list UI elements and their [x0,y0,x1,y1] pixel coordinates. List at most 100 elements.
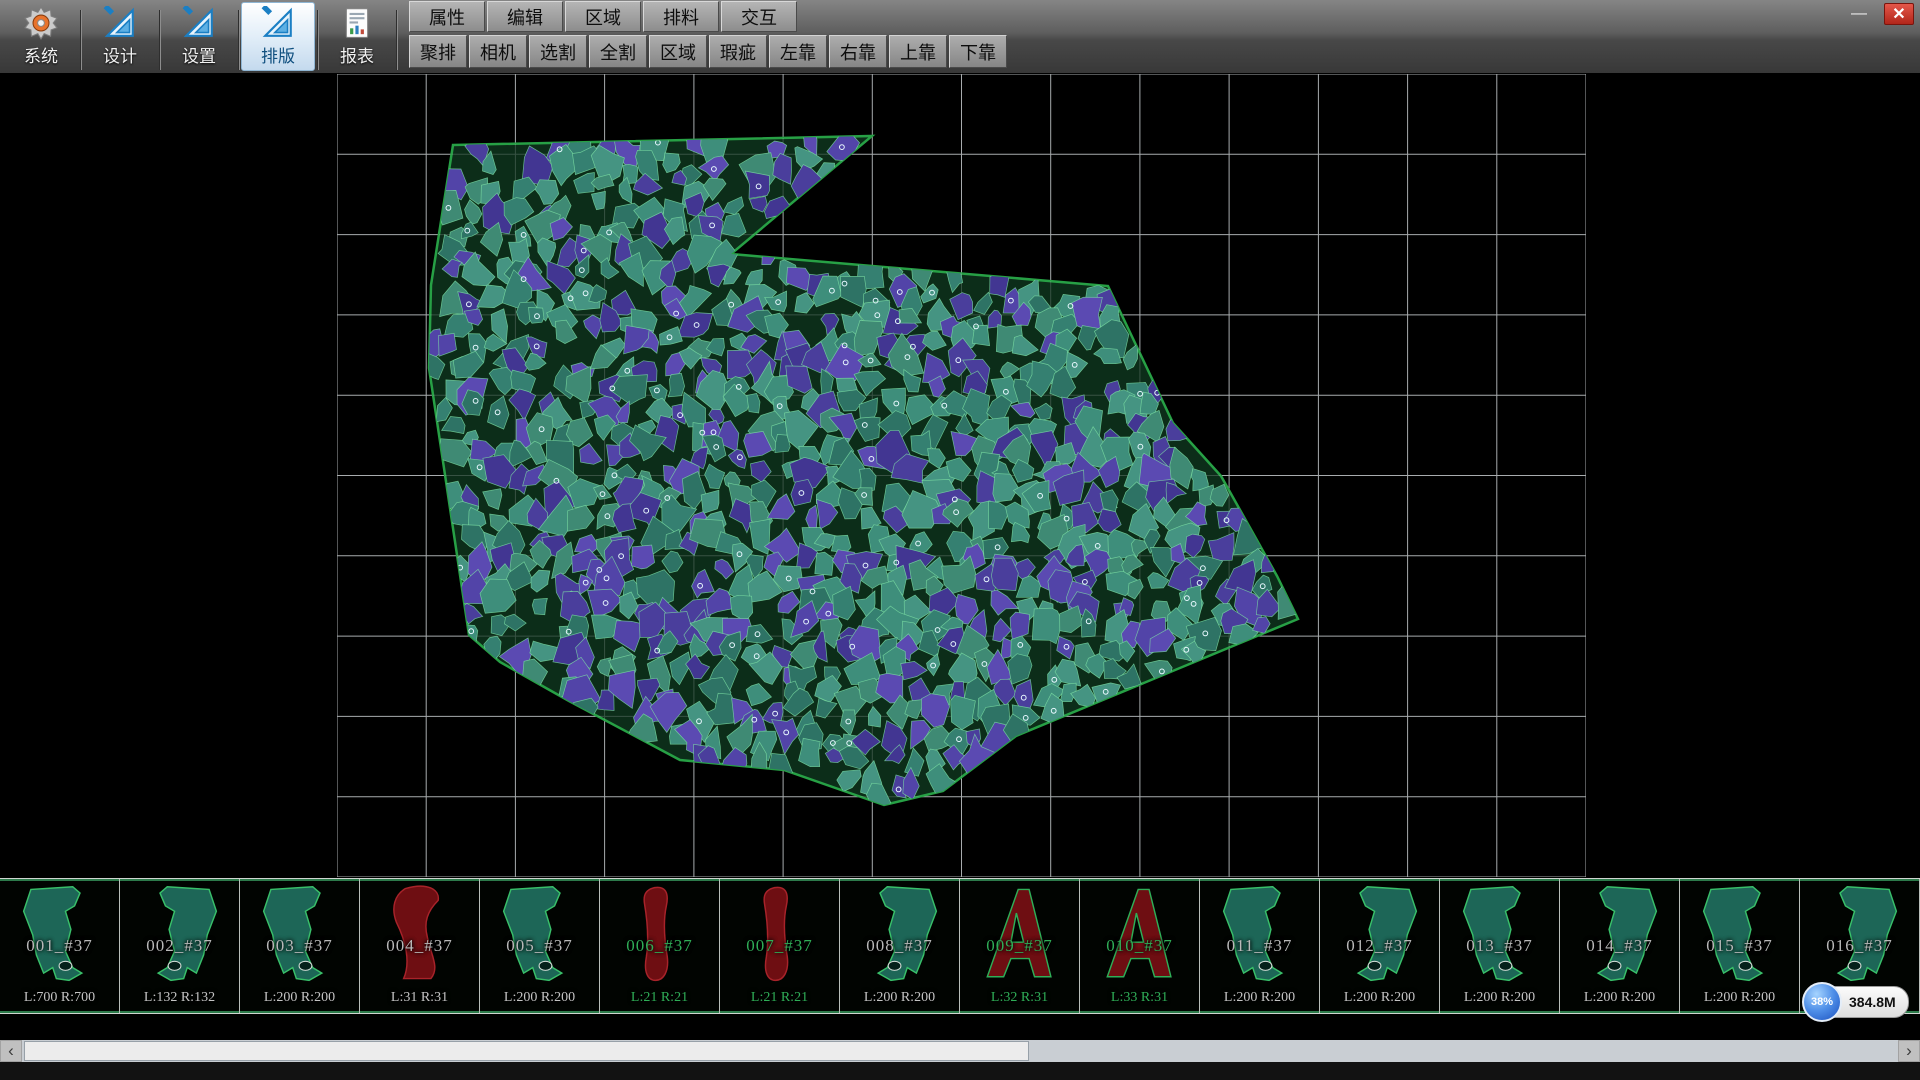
part-name: 004_#37 [360,936,479,956]
main-toolbar: 系统设计设置排版报表 属性编辑区域排料交互 聚排相机选割全割区域瑕疵左靠右靠上靠… [0,0,1920,73]
part-shape [1334,884,1425,984]
part-shape [1454,884,1545,984]
tool-button-region[interactable]: 区域 [649,35,707,68]
part-name: 003_#37 [240,936,359,956]
horizontal-scrollbar[interactable]: ‹ › [0,1040,1920,1062]
nav-report-button[interactable]: 报表 [320,0,394,73]
scroll-right-arrow[interactable]: › [1898,1040,1920,1062]
menu-block: 属性编辑区域排料交互 聚排相机选割全割区域瑕疵左靠右靠上靠下靠 [409,0,1007,68]
part-shape [734,884,825,984]
part-thumbnail[interactable]: 006_#37L:21 R:21 [600,879,720,1013]
part-shape [974,884,1065,984]
tool-button-snap-bottom[interactable]: 下靠 [949,35,1007,68]
close-button[interactable]: ✕ [1884,3,1914,25]
nav-design-button[interactable]: 设计 [83,0,157,73]
part-name: 006_#37 [600,936,719,956]
part-thumbnail[interactable]: 001_#37L:700 R:700 [0,879,120,1013]
part-shape [1694,884,1785,984]
minimize-button[interactable]: — [1844,3,1874,25]
part-name: 005_#37 [480,936,599,956]
part-thumbnail[interactable]: 012_#37L:200 R:200 [1320,879,1440,1013]
nav-system-button[interactable]: 系统 [4,0,78,73]
menu-tab-nesting[interactable]: 排料 [643,1,719,32]
nav-layout-label: 排版 [261,42,295,67]
part-thumbnail[interactable]: 014_#37 L:200 R:200 [1560,879,1680,1013]
part-lr-count: L:21 R:21 [720,990,839,1006]
part-shape [254,884,345,984]
nav-layout-button[interactable]: 排版 [241,2,315,71]
part-lr-count: L:200 R:200 [840,990,959,1006]
ruler-icon [261,6,295,40]
part-thumbnail[interactable]: 003_#37 L:200 R:200 [240,879,360,1013]
window-bottom-edge [0,1062,1920,1080]
menu-tab-region[interactable]: 区域 [565,1,641,32]
tool-button-camera[interactable]: 相机 [469,35,527,68]
part-thumbnail[interactable]: 008_#37L:200 R:200 [840,879,960,1013]
tool-button-defect[interactable]: 瑕疵 [709,35,767,68]
progress-sphere: 38% [1802,982,1842,1022]
part-name: 010_#37 [1080,936,1199,956]
nesting-canvas[interactable] [0,73,1920,878]
part-thumbnail[interactable]: 004_#37 L:31 R:31 [360,879,480,1013]
part-name: 011_#37 [1200,936,1319,956]
part-thumbnail[interactable]: 002_#37L:132 R:132 [120,879,240,1013]
progress-percent: 38% [1811,996,1833,1008]
nav-report-label: 报表 [340,42,374,67]
tool-button-snap-top[interactable]: 上靠 [889,35,947,68]
part-shape [854,884,945,984]
menu-tab-interactive[interactable]: 交互 [721,1,797,32]
part-name: 012_#37 [1320,936,1439,956]
part-shape [1574,884,1665,984]
part-shape [614,884,705,984]
part-thumbnail[interactable]: 009_#37L:32 R:31 [960,879,1080,1013]
part-lr-count: L:200 R:200 [1560,990,1679,1006]
part-shape [1214,884,1305,984]
part-shape [374,884,465,984]
menu-tab-properties[interactable]: 属性 [409,1,485,32]
window-controls: — ✕ [1844,3,1914,25]
part-thumbnail[interactable]: 011_#37 L:200 R:200 [1200,879,1320,1013]
part-shape [494,884,585,984]
report-icon [340,6,374,40]
part-shape [1814,884,1905,984]
part-lr-count: L:200 R:200 [480,990,599,1006]
scroll-left-arrow[interactable]: ‹ [0,1040,22,1062]
tool-button-select-cut[interactable]: 选割 [529,35,587,68]
part-lr-count: L:200 R:200 [1200,990,1319,1006]
part-thumbnail[interactable]: 013_#37L:200 R:200 [1440,879,1560,1013]
part-thumbnail[interactable]: 005_#37 L:200 R:200 [480,879,600,1013]
tool-button-cluster-nest[interactable]: 聚排 [409,35,467,68]
tool-button-snap-left[interactable]: 左靠 [769,35,827,68]
part-shape [1094,884,1185,984]
part-name: 016_#37 [1800,936,1919,956]
scroll-track[interactable] [22,1040,1898,1062]
tool-row: 聚排相机选割全割区域瑕疵左靠右靠上靠下靠 [409,35,1007,68]
part-name: 015_#37 [1680,936,1799,956]
part-lr-count: L:31 R:31 [360,990,479,1006]
toolbar-divider [238,10,239,70]
memory-badge: 38% 384.8M [1802,982,1909,1022]
part-lr-count: L:200 R:200 [240,990,359,1006]
part-name: 007_#37 [720,936,839,956]
part-lr-count: L:700 R:700 [0,990,119,1006]
nav-settings-button[interactable]: 设置 [162,0,236,73]
part-thumbnail[interactable]: 007_#37 L:21 R:21 [720,879,840,1013]
part-name: 013_#37 [1440,936,1559,956]
nav-settings-label: 设置 [182,42,216,67]
menu-tab-edit[interactable]: 编辑 [487,1,563,32]
toolbar-divider [317,10,318,70]
tool-button-cut-all[interactable]: 全割 [589,35,647,68]
toolbar-divider [396,10,397,70]
part-shape [14,884,105,984]
scroll-thumb[interactable] [24,1041,1029,1061]
ruler-icon [103,6,137,40]
menu-tabs: 属性编辑区域排料交互 [409,1,1007,32]
part-thumbnail[interactable]: 015_#37L:200 R:200 [1680,879,1800,1013]
nesting-drawing[interactable] [337,74,1586,877]
tool-button-snap-right[interactable]: 右靠 [829,35,887,68]
part-thumbnail[interactable]: 010_#37L:33 R:31 [1080,879,1200,1013]
nav-system-label: 系统 [24,42,58,67]
part-name: 009_#37 [960,936,1079,956]
toolbar-divider [80,10,81,70]
part-name: 014_#37 [1560,936,1679,956]
